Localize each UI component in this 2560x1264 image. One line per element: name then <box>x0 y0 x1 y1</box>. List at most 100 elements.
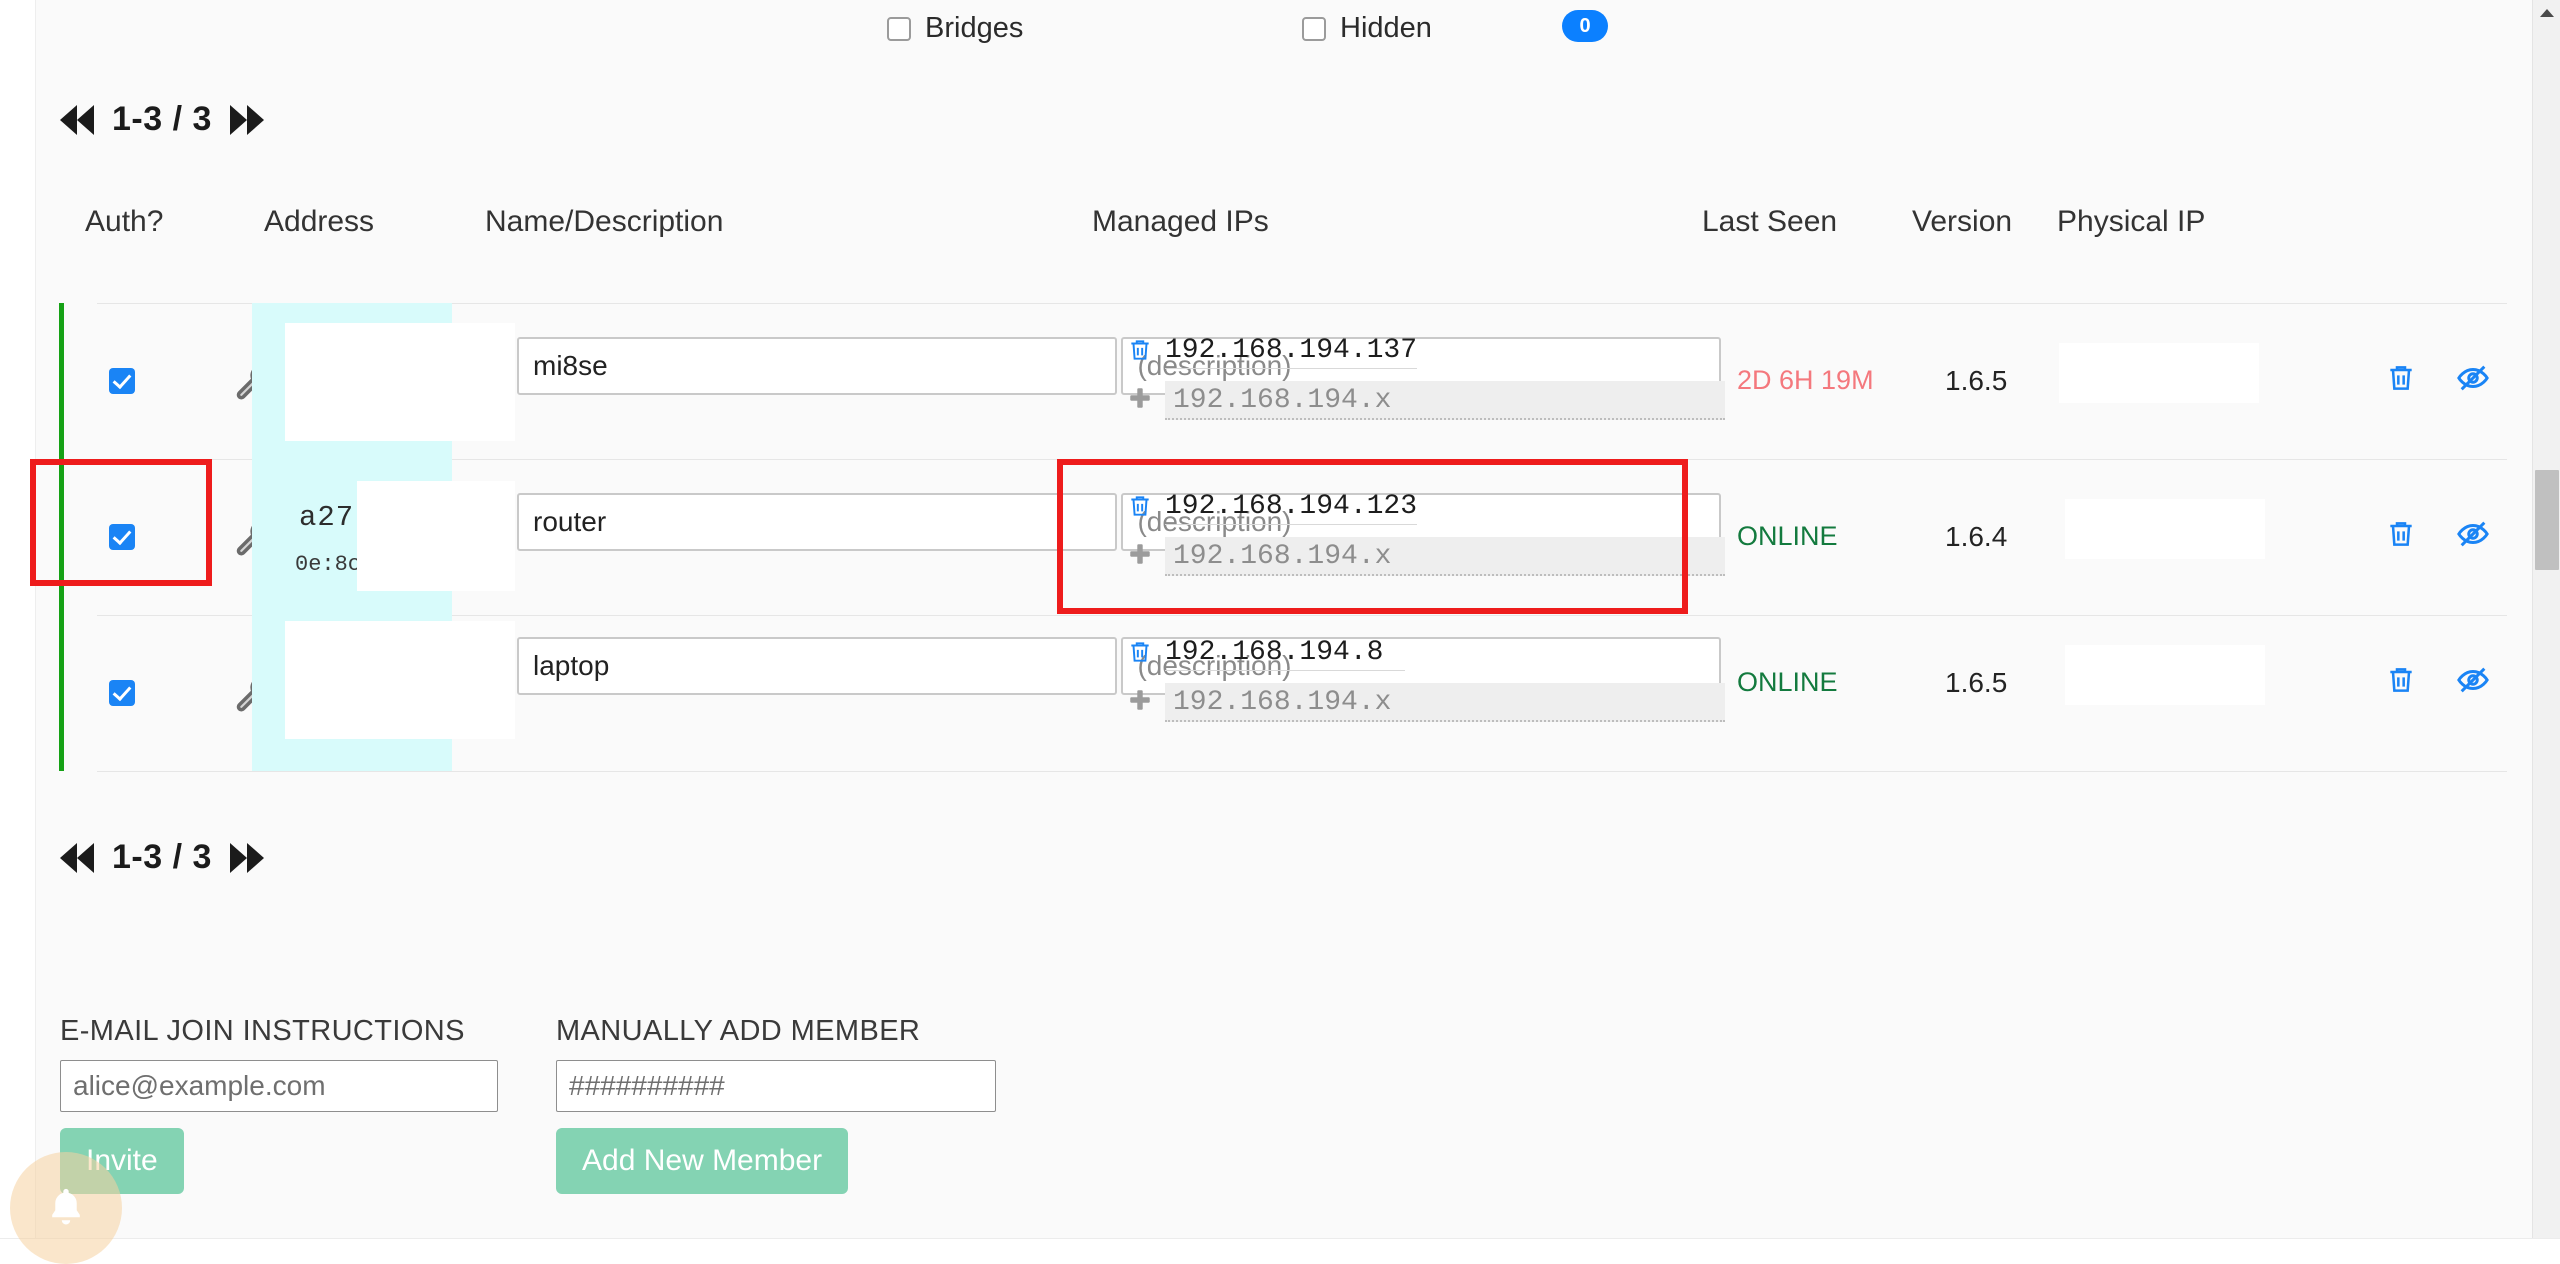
vertical-scrollbar[interactable] <box>2532 0 2560 1264</box>
email-join-form: E-MAIL JOIN INSTRUCTIONS Invite <box>60 1015 498 1194</box>
double-chevron-right-icon <box>230 843 247 873</box>
manual-add-title: MANUALLY ADD MEMBER <box>556 1015 996 1048</box>
row-1-assigned-ip-row: 192.168.194.137 <box>1127 335 1725 369</box>
double-chevron-right-icon-2 <box>247 105 264 135</box>
row-3-address-redaction <box>285 621 515 739</box>
scroll-up-button[interactable] <box>2533 0 2560 26</box>
trash-icon[interactable] <box>1127 638 1153 671</box>
table-row[interactable]: 192.168.194.137 192.168.194.x 2D 6H 19M … <box>37 303 2477 459</box>
last-page-button-bottom[interactable] <box>230 843 264 873</box>
last-page-button-top[interactable] <box>230 105 264 135</box>
row-2-add-ip-input[interactable]: 192.168.194.x <box>1165 537 1725 576</box>
plus-icon[interactable] <box>1127 687 1153 718</box>
row-1-add-ip-input[interactable]: 192.168.194.x <box>1165 381 1725 420</box>
chevron-up-icon <box>2540 9 2554 17</box>
table-row[interactable]: 192.168.194.8 192.168.194.x ONLINE 1.6.5 <box>37 615 2477 771</box>
row-1-add-ip-row[interactable]: 192.168.194.x <box>1127 381 1725 420</box>
row-3-hide-member-button[interactable] <box>2455 663 2491 702</box>
row-2-managed-ips: 192.168.194.123 192.168.194.x <box>1127 491 1725 576</box>
row-1-last-seen: 2D 6H 19M <box>1737 365 1874 396</box>
row-2-name-input[interactable] <box>517 493 1117 551</box>
row-3-name-input[interactable] <box>517 637 1117 695</box>
left-gutter <box>0 0 36 1264</box>
page-root: Bridges Hidden 0 1-3 / 3 Auth? Address N… <box>0 0 2560 1264</box>
page-range-label-bottom: 1-3 / 3 <box>112 838 212 877</box>
column-header-name: Name/Description <box>485 205 723 239</box>
row-2-delete-member-button[interactable] <box>2385 517 2417 556</box>
double-chevron-left-icon <box>60 105 77 135</box>
trash-icon[interactable] <box>1127 492 1153 525</box>
double-chevron-left-icon <box>60 843 77 873</box>
member-counter-badge: 0 <box>1562 10 1608 42</box>
row-3-physical-ip-redaction <box>2065 645 2265 705</box>
filter-hidden[interactable]: Hidden <box>1302 12 1432 45</box>
manual-add-form: MANUALLY ADD MEMBER Add New Member <box>556 1015 996 1194</box>
row-1-version: 1.6.5 <box>1945 365 2007 397</box>
table-row[interactable]: a27 0e:8c 192.168.194.123 <box>37 459 2477 615</box>
row-divider-3 <box>97 771 2507 772</box>
row-auth-accent-bar <box>59 303 64 459</box>
first-page-button-bottom[interactable] <box>60 843 94 873</box>
row-2-add-ip-row[interactable]: 192.168.194.x <box>1127 537 1725 576</box>
row-3-auth-checkbox[interactable] <box>109 680 135 706</box>
column-header-auth: Auth? <box>85 205 163 239</box>
email-input[interactable] <box>60 1060 498 1112</box>
column-header-last-seen: Last Seen <box>1702 205 1837 239</box>
filter-bridges[interactable]: Bridges <box>887 12 1023 45</box>
row-3-add-ip-input[interactable]: 192.168.194.x <box>1165 683 1725 722</box>
member-address-input[interactable] <box>556 1060 996 1112</box>
row-2-last-seen: ONLINE <box>1737 521 1838 552</box>
row-3-delete-member-button[interactable] <box>2385 663 2417 702</box>
row-2-address-redaction <box>357 481 515 591</box>
row-3-version: 1.6.5 <box>1945 667 2007 699</box>
bottom-gutter <box>0 1238 2560 1264</box>
double-chevron-right-icon-2 <box>247 843 264 873</box>
plus-icon[interactable] <box>1127 385 1153 416</box>
row-2-address-line2: 0e:8c <box>295 552 361 577</box>
column-header-address: Address <box>264 205 374 239</box>
row-2-version: 1.6.4 <box>1945 521 2007 553</box>
row-3-add-ip-row[interactable]: 192.168.194.x <box>1127 683 1725 722</box>
row-2-physical-ip-redaction <box>2065 499 2265 559</box>
scrollbar-thumb[interactable] <box>2535 470 2559 570</box>
double-chevron-left-icon-2 <box>77 105 94 135</box>
row-2-assigned-ip: 192.168.194.123 <box>1165 491 1417 525</box>
row-1-managed-ips: 192.168.194.137 192.168.194.x <box>1127 335 1725 420</box>
pagination-bottom: 1-3 / 3 <box>60 838 264 877</box>
bridges-checkbox[interactable] <box>887 17 911 41</box>
email-join-title: E-MAIL JOIN INSTRUCTIONS <box>60 1015 498 1048</box>
page-range-label-top: 1-3 / 3 <box>112 100 212 139</box>
row-auth-accent-bar <box>59 459 64 615</box>
plus-icon[interactable] <box>1127 541 1153 572</box>
row-1-assigned-ip: 192.168.194.137 <box>1165 335 1417 369</box>
hidden-label: Hidden <box>1340 12 1432 45</box>
row-1-name-input[interactable] <box>517 337 1117 395</box>
double-chevron-left-icon-2 <box>77 843 94 873</box>
row-3-assigned-ip: 192.168.194.8 <box>1165 637 1405 671</box>
row-2-auth-checkbox[interactable] <box>109 524 135 550</box>
trash-icon[interactable] <box>1127 336 1153 369</box>
first-page-button-top[interactable] <box>60 105 94 135</box>
bridges-label: Bridges <box>925 12 1023 45</box>
double-chevron-right-icon <box>230 105 247 135</box>
row-3-managed-ips: 192.168.194.8 192.168.194.x <box>1127 637 1725 722</box>
row-2-assigned-ip-row: 192.168.194.123 <box>1127 491 1725 525</box>
row-1-address-redaction <box>285 323 515 441</box>
table-header: Auth? Address Name/Description Managed I… <box>37 205 2507 263</box>
column-header-version: Version <box>1912 205 2012 239</box>
row-2-hide-member-button[interactable] <box>2455 517 2491 556</box>
add-new-member-button[interactable]: Add New Member <box>556 1128 848 1194</box>
row-1-hide-member-button[interactable] <box>2455 361 2491 400</box>
row-1-delete-member-button[interactable] <box>2385 361 2417 400</box>
filter-bar: Bridges Hidden 0 <box>37 0 2507 56</box>
row-1-physical-ip-redaction <box>2059 343 2259 403</box>
hidden-checkbox[interactable] <box>1302 17 1326 41</box>
row-3-last-seen: ONLINE <box>1737 667 1838 698</box>
row-3-assigned-ip-row: 192.168.194.8 <box>1127 637 1725 671</box>
column-header-physical-ip: Physical IP <box>2057 205 2205 239</box>
row-1-auth-checkbox[interactable] <box>109 368 135 394</box>
pagination-top: 1-3 / 3 <box>60 100 264 139</box>
notification-bell-button[interactable] <box>10 1152 122 1264</box>
row-2-address-line1: a27 <box>299 501 354 534</box>
row-auth-accent-bar <box>59 615 64 771</box>
